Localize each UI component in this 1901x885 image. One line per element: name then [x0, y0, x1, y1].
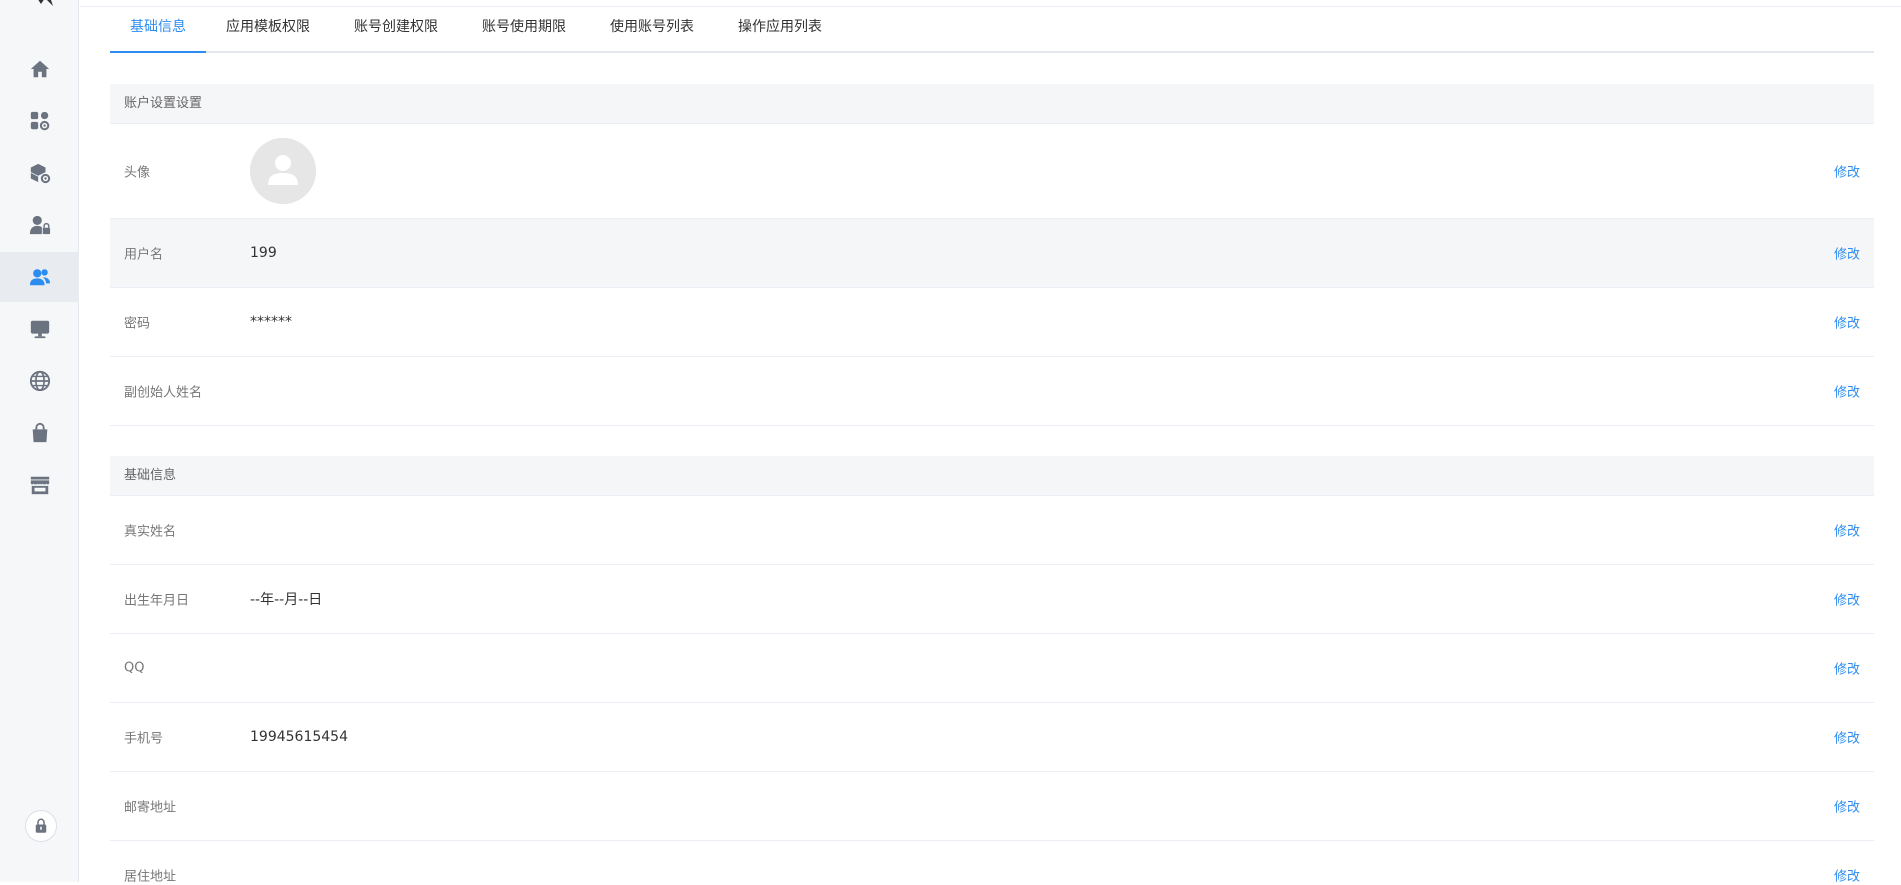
- tab-account-list[interactable]: 使用账号列表: [590, 7, 714, 53]
- row-qq: QQ 修改: [110, 634, 1874, 703]
- tab-operation-app-list[interactable]: 操作应用列表: [718, 7, 842, 53]
- sidebar-item-apps[interactable]: [0, 96, 79, 146]
- tab-account-usage-period[interactable]: 账号使用期限: [462, 7, 586, 53]
- row-password: 密码 ****** 修改: [110, 288, 1874, 357]
- row-value: 19945615454: [250, 729, 348, 745]
- row-birthdate: 出生年月日 --年--月--日 修改: [110, 565, 1874, 634]
- sidebar-item-shop[interactable]: [0, 408, 79, 458]
- sidebar-item-packages[interactable]: [0, 148, 79, 198]
- lock-icon: [35, 818, 47, 833]
- sidebar: [0, 0, 79, 882]
- section-header-account: 账户设置设置: [110, 84, 1874, 124]
- apps-settings-icon: [30, 111, 49, 131]
- row-label: 密码: [124, 316, 151, 332]
- sidebar-item-home[interactable]: [0, 44, 79, 94]
- user-avatar-icon: [250, 138, 316, 204]
- row-mailing-address: 邮寄地址 修改: [110, 772, 1874, 841]
- row-label: 手机号: [124, 731, 164, 747]
- shopping-bag-icon: [32, 422, 47, 443]
- row-label: 副创始人姓名: [124, 385, 203, 401]
- edit-real-name-link[interactable]: 修改: [1834, 521, 1860, 540]
- lock-screen-button[interactable]: [25, 810, 57, 842]
- row-value: 199: [250, 245, 277, 261]
- sidebar-item-permissions[interactable]: [0, 200, 79, 250]
- row-label: 头像: [124, 165, 151, 181]
- tab-basic-info[interactable]: 基础信息: [110, 7, 206, 53]
- row-value: ******: [250, 314, 292, 330]
- edit-mailing-address-link[interactable]: 修改: [1834, 797, 1860, 816]
- tab-app-template-permissions[interactable]: 应用模板权限: [206, 7, 330, 53]
- avatar: [250, 138, 316, 204]
- tab-bar: 基础信息 应用模板权限 账号创建权限 账号使用期限 使用账号列表 操作应用列表: [110, 7, 1874, 53]
- user-lock-icon: [29, 215, 50, 235]
- monitor-icon: [30, 320, 49, 339]
- tab-account-creation-permissions[interactable]: 账号创建权限: [334, 7, 458, 53]
- row-residential-address: 居住地址 修改: [110, 841, 1874, 885]
- row-label: 真实姓名: [124, 524, 177, 540]
- section-header-basic-info: 基础信息: [110, 456, 1874, 496]
- row-value: --年--月--日: [250, 592, 323, 608]
- row-label: 出生年月日: [124, 593, 190, 609]
- sidebar-item-store[interactable]: [0, 460, 79, 510]
- package-settings-icon: [30, 163, 50, 184]
- edit-username-link[interactable]: 修改: [1834, 244, 1860, 263]
- users-icon: [29, 269, 50, 286]
- edit-cofounder-name-link[interactable]: 修改: [1834, 382, 1860, 401]
- edit-password-link[interactable]: 修改: [1834, 313, 1860, 332]
- row-real-name: 真实姓名 修改: [110, 496, 1874, 565]
- edit-avatar-link[interactable]: 修改: [1834, 162, 1860, 181]
- edit-qq-link[interactable]: 修改: [1834, 659, 1860, 678]
- home-icon: [30, 60, 49, 78]
- edit-birthdate-link[interactable]: 修改: [1834, 590, 1860, 609]
- row-label: 用户名: [124, 247, 164, 263]
- sidebar-item-users[interactable]: [0, 252, 79, 302]
- row-username: 用户名 199 修改: [110, 219, 1874, 288]
- logo: [29, 0, 57, 12]
- row-label: QQ: [124, 660, 145, 676]
- row-phone: 手机号 19945615454 修改: [110, 703, 1874, 772]
- sidebar-item-network[interactable]: [0, 356, 79, 406]
- edit-phone-link[interactable]: 修改: [1834, 728, 1860, 747]
- sidebar-item-monitor[interactable]: [0, 304, 79, 354]
- row-label: 邮寄地址: [124, 800, 177, 816]
- row-avatar: 头像 修改: [110, 124, 1874, 219]
- globe-icon: [29, 370, 50, 392]
- store-icon: [30, 476, 49, 495]
- row-cofounder-name: 副创始人姓名 修改: [110, 357, 1874, 426]
